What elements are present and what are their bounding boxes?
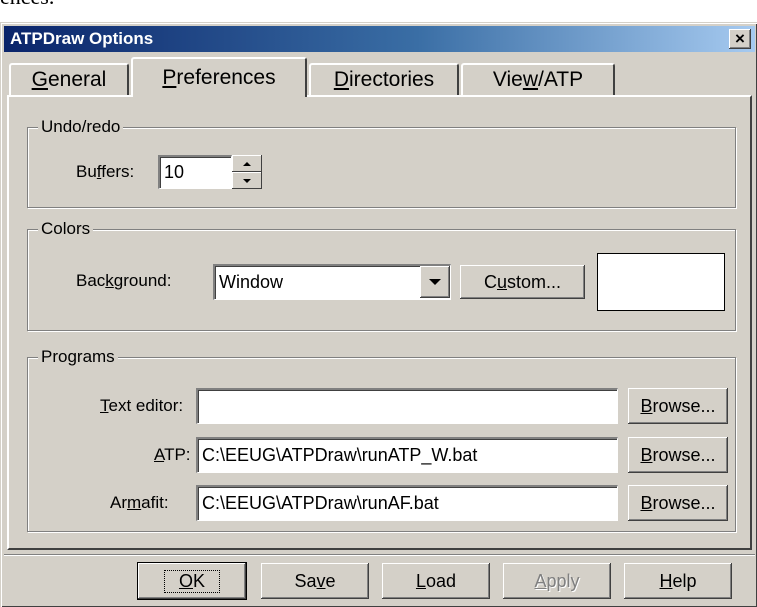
background-select-value: Window [219,272,284,292]
background-cropped-text: ences. [0,0,54,8]
help-button[interactable]: Help [624,563,732,599]
tab-directories[interactable]: Directories [309,63,459,95]
title-bar[interactable]: ATPDraw Options × [4,26,755,52]
buffers-spin-up[interactable] [232,155,262,172]
options-dialog: ATPDraw Options × General Preferences Di… [0,22,757,607]
tab-strip: General Preferences Directories Vie w/ATP [7,57,747,97]
programs-group: Programs Text editor: Browse... ATP: C:\… [27,347,736,532]
colors-group: Colors Background: Window Cu stom... [27,219,736,331]
atp-browse-button[interactable]: Browse... [628,437,728,473]
arrow-up-icon [243,161,251,166]
background-label: Background: [76,271,172,290]
window-title: ATPDraw Options [10,29,154,48]
undo-redo-title: Undo/redo [38,117,124,137]
text-editor-label: Text editor: [100,396,184,415]
chevron-down-icon [429,279,441,285]
close-button[interactable]: × [729,29,751,49]
atp-label: ATP: [154,445,191,464]
tab-general[interactable]: General [9,63,129,95]
arrow-down-icon [243,178,251,183]
buffers-spin-down[interactable] [232,172,262,189]
ok-button-label: OK [163,569,221,593]
background-color-preview [597,253,725,311]
tab-view-atp[interactable]: Vie w/ATP [461,63,615,95]
apply-button[interactable]: Apply [503,563,611,599]
undo-redo-group: Undo/redo Buffers: 10 [27,117,736,208]
buffers-input[interactable]: 10 [158,155,232,189]
preferences-panel: Undo/redo Buffers: 10 Colors Background:… [7,95,752,550]
armafit-label: Armafit: [110,493,169,512]
load-button[interactable]: Load [382,563,490,599]
tab-preferences[interactable]: Preferences [131,57,307,97]
buffers-label: Buffers: [76,162,135,181]
text-editor-input[interactable] [196,388,618,424]
background-dropdown-button[interactable] [420,266,450,298]
armafit-input[interactable]: C:\EEUG\ATPDraw\runAF.bat [196,485,618,521]
colors-title: Colors [38,219,94,239]
save-button[interactable]: Sa v e [261,563,369,599]
custom-color-button[interactable]: Cu stom... [460,265,585,299]
background-select[interactable]: Window [213,264,451,300]
programs-title: Programs [38,347,118,367]
close-icon: × [735,29,745,48]
atp-input[interactable]: C:\EEUG\ATPDraw\runATP_W.bat [196,437,618,473]
ok-button[interactable]: OK [138,563,246,599]
armafit-browse-button[interactable]: Browse... [628,485,728,521]
text-editor-browse-button[interactable]: Browse... [628,388,728,424]
footer-separator [4,554,755,556]
